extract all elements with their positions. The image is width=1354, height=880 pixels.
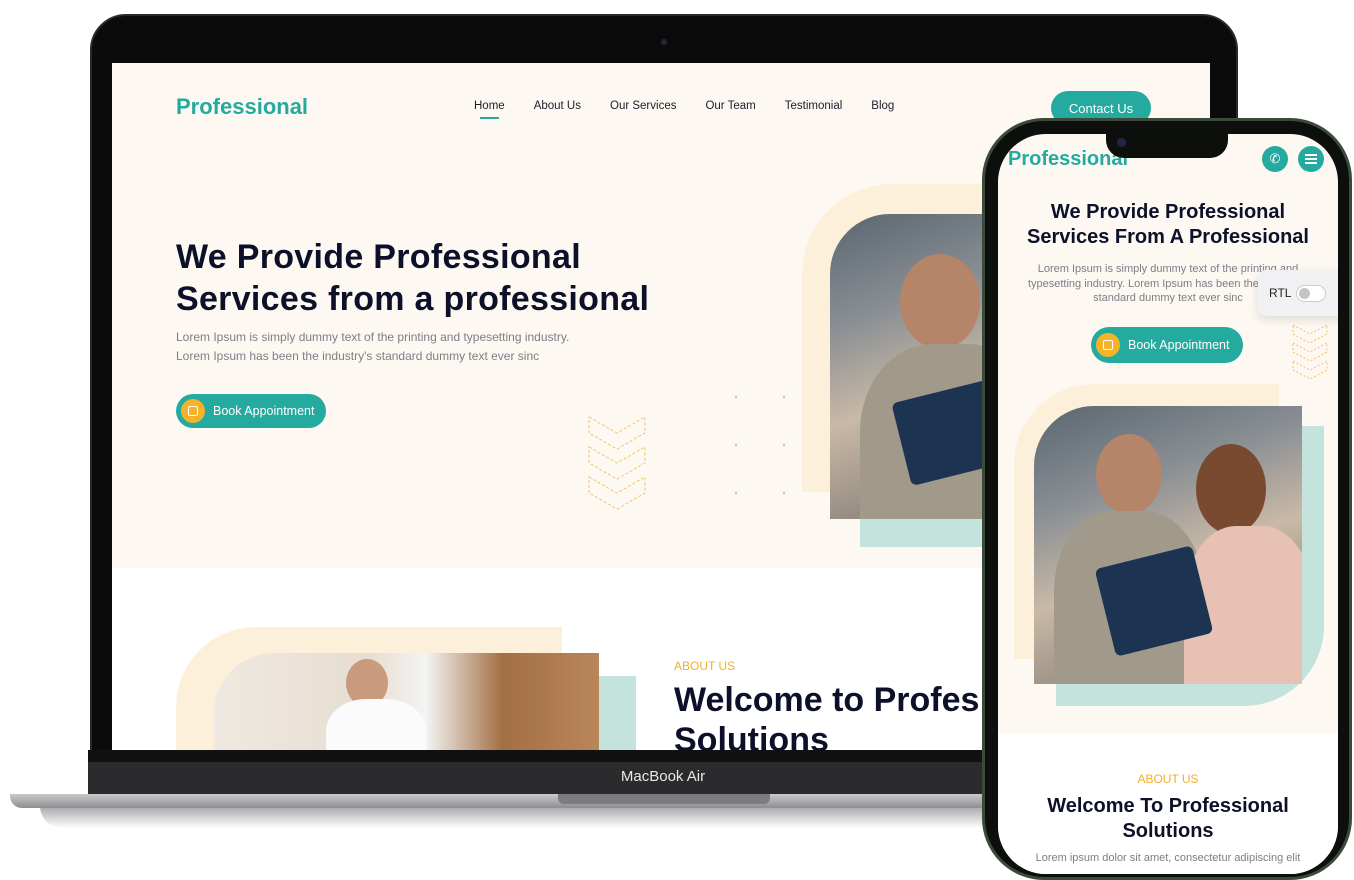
rtl-toggle-panel: RTL [1258, 270, 1338, 316]
device-mockup-stage: Professional Home About Us Our Services … [0, 0, 1354, 880]
calendar-icon [1096, 333, 1120, 357]
book-appointment-label: Book Appointment [213, 404, 315, 418]
book-appointment-button[interactable]: Book Appointment [176, 394, 326, 428]
hero-description-line-2: Lorem Ipsum has been the industry's stan… [176, 349, 540, 363]
phone-screen: Professional ✆ We Provide Professional S… [998, 134, 1338, 874]
mobile-about-section: ABOUT US Welcome To Professional Solutio… [998, 734, 1338, 874]
hero-description-line-1: Lorem Ipsum is simply dummy text of the … [176, 330, 570, 344]
mobile-hero-title-line-1: We Provide Professional [1050, 201, 1286, 223]
nav-item-testimonial[interactable]: Testimonial [785, 100, 843, 112]
mobile-hero-title: We Provide Professional Services From A … [998, 200, 1338, 250]
laptop-hinge-notch [558, 794, 770, 804]
rtl-label: RTL [1269, 286, 1292, 300]
chevron-pattern-decoration [1292, 324, 1328, 380]
about-title-line-1: Welcome to Profes [674, 681, 980, 719]
calendar-icon [181, 399, 205, 423]
nav-item-about-us[interactable]: About Us [534, 100, 581, 112]
about-title-line-2: Solutions [674, 721, 829, 750]
phone-icon: ✆ [1269, 151, 1281, 166]
hero-title-line-1: We Provide Professional [176, 238, 581, 276]
nav-item-our-services[interactable]: Our Services [610, 100, 676, 112]
phone-front-camera [1117, 138, 1126, 147]
nav-item-our-team[interactable]: Our Team [705, 100, 755, 112]
chevron-pattern-decoration [588, 416, 646, 510]
nav-item-home[interactable]: Home [474, 100, 505, 119]
hamburger-menu-icon [1305, 154, 1317, 156]
mobile-about-label: ABOUT US [1137, 772, 1199, 786]
hero-description: Lorem Ipsum is simply dummy text of the … [176, 328, 569, 366]
hamburger-menu-button[interactable] [1298, 146, 1324, 172]
mobile-about-title-line-2: Solutions [1122, 820, 1214, 842]
about-photo-man-at-desk [214, 653, 599, 750]
mobile-hero-title-line-2: Services From A Professional [1027, 226, 1309, 248]
mobile-hero-photo-business-team [1034, 406, 1302, 684]
mobile-about-description: Lorem ipsum dolor sit amet, consectetur … [1035, 852, 1301, 864]
about-section-label: ABOUT US [674, 659, 736, 673]
hero-title: We Provide Professional Services from a … [176, 236, 649, 320]
nav-menu: Home About Us Our Services Our Team Test… [474, 100, 894, 119]
phone-call-button[interactable]: ✆ [1262, 146, 1288, 172]
laptop-camera [661, 39, 667, 45]
rtl-toggle-switch[interactable] [1296, 284, 1327, 302]
site-logo[interactable]: Professional [176, 94, 308, 120]
mobile-book-appointment-label: Book Appointment [1128, 338, 1230, 352]
mobile-book-appointment-button[interactable]: Book Appointment [1091, 327, 1243, 363]
mobile-about-title: Welcome To Professional Solutions [998, 794, 1338, 844]
hero-title-line-2: Services from a professional [176, 280, 650, 318]
mobile-about-title-line-1: Welcome To Professional [1047, 795, 1289, 817]
about-image-accent [598, 676, 636, 750]
about-section-title: Welcome to Profes Solutions [674, 680, 979, 750]
nav-item-blog[interactable]: Blog [871, 100, 894, 112]
